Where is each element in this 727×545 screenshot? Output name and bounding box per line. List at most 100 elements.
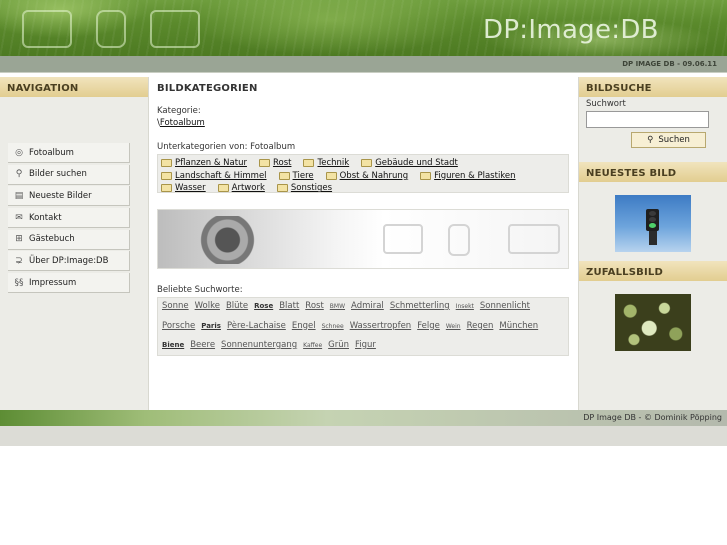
film-roll-graphic xyxy=(448,224,470,256)
search-icon: ⚲ xyxy=(647,135,654,145)
guestbook-icon: ⊞ xyxy=(15,234,23,245)
navigation-column: NAVIGATION ◎ Fotoalbum ⚲ Bilder suchen ▤ Neue… xyxy=(0,77,149,410)
keyword-tag[interactable]: Schmetterling xyxy=(390,301,450,311)
subcategory-link[interactable]: Wasser xyxy=(161,183,206,193)
subcategory-row: Landschaft & Himmel Tiere Obst & Nahrung Fi… xyxy=(161,170,565,183)
subcategory-box: Pflanzen & Natur Rost Technik Gebäude und S… xyxy=(157,154,569,193)
subcategory-label: Rost xyxy=(272,158,292,169)
subcategory-label: Landschaft & Himmel xyxy=(175,170,267,181)
keyword-tag[interactable]: Insekt xyxy=(456,303,474,310)
search-button[interactable]: ⚲ Suchen xyxy=(631,132,706,148)
subcategory-label: Gebäude und Stadt xyxy=(375,158,458,169)
category-banner-image xyxy=(157,209,569,269)
navigation-title: NAVIGATION xyxy=(0,77,148,97)
version-bar: DP IMAGE DB - 09.06.11 xyxy=(0,56,727,73)
keyword-tag[interactable]: Engel xyxy=(292,321,316,331)
keyword-tag[interactable]: Sonnenuntergang xyxy=(221,340,297,350)
nav-item-label: Bilder suchen xyxy=(29,169,87,180)
subcategory-link[interactable]: Artwork xyxy=(217,183,265,194)
nav-item-2[interactable]: ▤ Neueste Bilder xyxy=(8,186,130,207)
keyword-tag[interactable]: Kaffee xyxy=(303,342,322,349)
keyword-tag[interactable]: Beere xyxy=(190,340,215,350)
nav-item-0[interactable]: ◎ Fotoalbum xyxy=(8,143,130,163)
keyword-tag[interactable]: Blatt xyxy=(279,301,299,311)
subcategory-link[interactable]: Landschaft & Himmel xyxy=(161,171,267,181)
keyword-tag[interactable]: München xyxy=(499,321,538,331)
subcategory-label: Figuren & Plastiken xyxy=(434,170,516,181)
newest-image-thumbnail[interactable] xyxy=(615,195,691,252)
popular-keywords-label: Beliebte Suchworte: xyxy=(157,285,243,295)
keyword-tag[interactable]: Sonnenlicht xyxy=(480,301,530,311)
subcategory-link[interactable]: Sonstiges xyxy=(276,183,332,193)
film-roll-icon xyxy=(96,10,126,48)
version-text: DP IMAGE DB - 09.06.11 xyxy=(622,60,717,68)
search-label: Suchwort xyxy=(586,99,626,109)
subcategory-label: Artwork xyxy=(231,183,265,194)
mail-icon: ✉ xyxy=(15,212,23,223)
nav-item-3[interactable]: ✉ Kontakt xyxy=(8,208,130,229)
keyword-tag[interactable]: Père-Lachaise xyxy=(227,321,286,331)
subcategory-link[interactable]: Obst & Nahrung xyxy=(325,171,408,181)
nav-item-label: Fotoalbum xyxy=(29,147,74,158)
keyword-tag[interactable]: Sonne xyxy=(162,301,189,311)
keyword-tag[interactable]: Wolke xyxy=(195,301,220,311)
category-link-fotoalbum[interactable]: Fotoalbum xyxy=(160,118,205,128)
keyword-tag[interactable]: Porsche xyxy=(162,321,195,331)
nav-item-1[interactable]: ⚲ Bilder suchen xyxy=(8,164,130,185)
footer: DP Image DB - © Dominik Pöpping xyxy=(0,410,727,426)
header-banner: DP:Image:DB xyxy=(0,0,727,56)
random-image-thumbnail[interactable] xyxy=(615,294,691,351)
subcategory-link[interactable]: Pflanzen & Natur xyxy=(161,158,247,168)
nav-item-4[interactable]: ⊞ Gästebuch xyxy=(8,229,130,250)
keyword-tag[interactable]: Regen xyxy=(467,321,494,331)
subcategory-label: Technik xyxy=(317,158,350,169)
category-breadcrumb: \Fotoalbum xyxy=(157,118,205,128)
tag-row: Biene Beere Sonnenuntergang Kaffee Grün Figur xyxy=(162,340,564,360)
subcategory-label: Tiere xyxy=(292,170,314,181)
search-input[interactable] xyxy=(586,111,709,128)
nav-item-label: Über DP:Image:DB xyxy=(29,255,109,266)
photo-album-icon: ◎ xyxy=(15,147,23,158)
folder-icon xyxy=(161,184,172,193)
subcategory-link[interactable]: Figuren & Plastiken xyxy=(420,170,516,181)
navigation-list: ◎ Fotoalbum ⚲ Bilder suchen ▤ Neueste Bilder ✉… xyxy=(8,143,130,295)
keyword-tag[interactable]: Felge xyxy=(417,321,440,331)
random-image-title: ZUFALLSBILD xyxy=(579,261,727,281)
keyword-tag[interactable]: Blüte xyxy=(226,301,248,311)
nav-item-6[interactable]: §§ Impressum xyxy=(8,273,130,294)
keyword-tag[interactable]: BMW xyxy=(330,303,345,310)
keyword-tag[interactable]: Wein xyxy=(446,323,461,330)
photo-stack-icon xyxy=(22,10,72,48)
info-icon: ⊋ xyxy=(15,255,23,266)
folder-icon xyxy=(325,171,337,180)
sidebar-column: BILDSUCHE Suchwort ⚲ Suchen NEUESTES BIL… xyxy=(578,77,727,410)
search-icon: ⚲ xyxy=(15,169,23,180)
nav-item-5[interactable]: ⊋ Über DP:Image:DB xyxy=(8,251,130,272)
nav-item-label: Kontakt xyxy=(29,212,62,223)
category-label: Kategorie: xyxy=(157,106,201,116)
folder-icon xyxy=(161,171,172,180)
subcategory-link[interactable]: Tiere xyxy=(278,170,314,181)
search-button-label: Suchen xyxy=(658,135,690,145)
keyword-tag[interactable]: Admiral xyxy=(351,301,384,311)
tag-row: Porsche Paris Père-Lachaise Engel Schnee Wass… xyxy=(162,321,564,341)
subcategory-label: Pflanzen & Natur xyxy=(175,158,247,169)
tag-row: Sonne Wolke Blüte Rose Blatt Rost BMW Admiral Sc… xyxy=(162,301,564,321)
header-decoration xyxy=(22,10,200,48)
keyword-tag[interactable]: Wassertropfen xyxy=(350,321,412,331)
photo-stack-graphic xyxy=(383,224,423,254)
keyword-tag[interactable]: Rost xyxy=(305,301,324,311)
keyword-tag[interactable]: Rose xyxy=(254,302,273,310)
folder-icon xyxy=(258,159,270,168)
subcategory-link[interactable]: Technik xyxy=(303,158,349,168)
subcategory-link[interactable]: Rost xyxy=(258,158,292,169)
subcategory-label: Wasser xyxy=(175,183,206,194)
keyword-tag[interactable]: Figur xyxy=(355,340,376,350)
keyword-tag[interactable]: Paris xyxy=(201,322,221,330)
keyword-tag[interactable]: Grün xyxy=(328,340,349,350)
keyword-tag[interactable]: Schnee xyxy=(322,323,344,330)
subcategory-link[interactable]: Gebäude und Stadt xyxy=(361,158,458,168)
keyword-tag[interactable]: Biene xyxy=(162,341,184,349)
search-title: BILDSUCHE xyxy=(579,77,727,97)
page-title: BILDKATEGORIEN xyxy=(149,77,577,97)
